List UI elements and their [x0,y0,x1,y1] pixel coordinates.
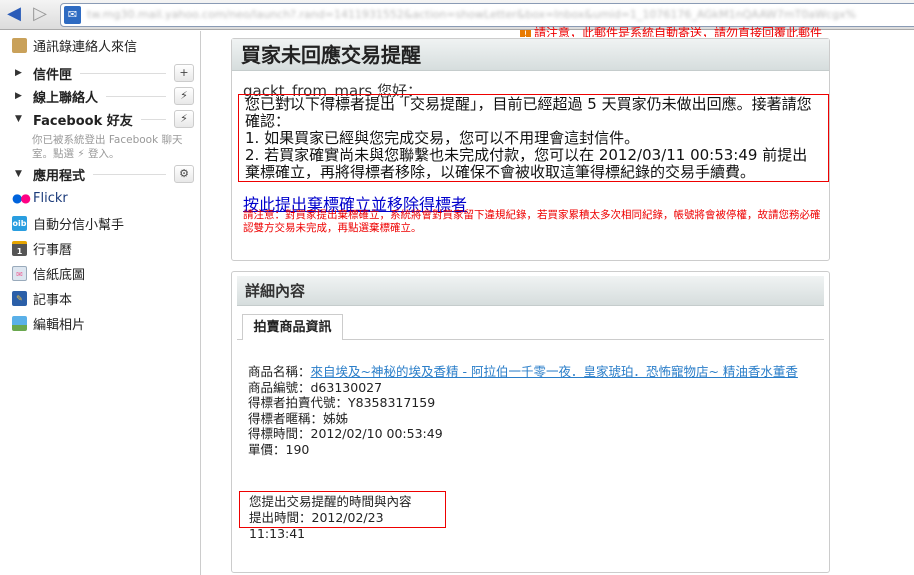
item-details: 商品名稱：來自埃及~神秘的埃及香精 - 阿拉伯一千零一夜．皇家琥珀．恐怖寵物店~… [248,364,818,457]
reminder-title: 您提出交易提醒的時間與內容 [249,494,412,509]
sidebar-item-notepad[interactable]: ✎ 記事本 [12,287,72,309]
sidebar-item-label: 編輯相片 [33,317,86,333]
section-label: 線上聯絡人 [33,90,99,106]
url-text: tw.mg30.mail.yahoo.com/neo/launch?.rand=… [87,8,856,21]
section-apps[interactable]: ▼ 應用程式 ⚙ [0,163,200,185]
expand-triangle-icon: ▶ [15,68,22,78]
flickr-icon: ●● [12,190,31,205]
section-label: 應用程式 [33,168,86,184]
revoke-warning: 請注意：對買家提出棄標確立，系統將會對買家留下違規紀錄，若買家累積太多次相同紀錄… [243,209,821,234]
sidebar-item-photo-editor[interactable]: 編輯相片 [12,312,85,334]
forward-arrow-icon[interactable]: ▷ [30,5,50,23]
section-label: 信件匣 [33,67,73,83]
facebook-connect-button[interactable]: ⚡ [174,110,194,128]
details-title: 詳細內容 [237,276,824,306]
winner-nickname: 得標者暱稱：姊姊 [248,410,349,426]
sidebar-item-label: 信紙底圖 [33,267,86,283]
collapse-triangle-icon: ▼ [15,114,22,124]
facebook-note: 你已被系統登出 Facebook 聊天室。點選 ⚡ 登入。 [32,134,183,160]
page-title: 買家未回應交易提醒 [232,39,829,71]
contacts-icon [12,37,27,53]
win-time: 得標時間：2012/02/10 00:53:49 [248,426,443,441]
sidebar-item-calendar[interactable]: 1 行事曆 [12,237,72,259]
item-name-link[interactable]: 來自埃及~神秘的埃及香精 - 阿拉伯一千零一夜．皇家琥珀．恐怖寵物店~ 精油香水… [311,364,798,379]
sidebar-item-contacts-mail[interactable]: 通訊錄連絡人來信 [12,34,137,56]
sidebar-item-flickr[interactable]: ●● Flickr [12,187,68,209]
sidebar-item-label: 行事曆 [33,242,73,258]
sidebar-item-label: 自動分信小幫手 [33,217,125,233]
sidebar: 通訊錄連絡人來信 ▶ 信件匣 + ▶ 線上聯絡人 ⚡ ▼ Facebook 好友… [0,31,201,575]
sidebar-item-label: 記事本 [33,292,73,308]
photo-icon [12,315,27,331]
back-arrow-icon[interactable]: ◀ [4,5,24,23]
notepad-icon: ✎ [12,290,27,306]
section-facebook-friends[interactable]: ▼ Facebook 好友 ⚡ [0,108,200,130]
section-label: Facebook 好友 [33,113,133,129]
sidebar-item-label: Flickr [33,190,68,206]
item-name-label: 商品名稱： [248,364,311,379]
unit-price: 單價：190 [248,441,310,457]
item-id: 商品編號：d63130027 [248,379,383,395]
details-panel: 詳細內容 拍賣商品資訊 商品名稱：來自埃及~神秘的埃及香精 - 阿拉伯一千零一夜… [231,271,830,573]
collapse-triangle-icon: ▼ [15,169,22,179]
calendar-icon: 1 [12,240,27,256]
connect-button[interactable]: ⚡ [174,87,194,105]
reminder-info-box: 您提出交易提醒的時間與內容 提出時間：2012/02/23 11:13:41 [239,491,446,541]
tab-item-info[interactable]: 拍賣商品資訊 [242,314,343,340]
reminder-panel: 買家未回應交易提醒 gackt_from_mars 您好： 您已對以下得標者提出… [231,38,830,261]
winner-id: 得標者拍賣代號：Y8358317159 [248,395,436,410]
stationery-icon: ✉ [12,265,27,281]
sidebar-item-mail-sorter[interactable]: oib 自動分信小幫手 [12,212,124,234]
message-line: 2. 若買家確實尚未與您聯繫也未完成付款，您可以在 2012/03/11 00:… [245,146,808,181]
apps-settings-button[interactable]: ⚙ [174,165,194,183]
sidebar-item-stationery[interactable]: ✉ 信紙底圖 [12,262,85,284]
message-line: 1. 如果買家已經與您完成交易，您可以不用理會這封信件。 [245,129,640,147]
section-folders[interactable]: ▶ 信件匣 + [0,62,200,84]
reminder-time: 提出時間：2012/02/23 11:13:41 [249,510,384,541]
oib-icon: oib [12,215,27,231]
warning-icon: ! [520,30,531,37]
sidebar-item-label: 通訊錄連絡人來信 [33,39,138,55]
message-box: 您已對以下得標者提出「交易提醒」，目前已經超過 5 天買家仍未做出回應。接著請您… [238,94,829,182]
system-notice: ! 請注意，此郵件是系統自動寄送，請勿直接回覆此郵件 [520,24,822,37]
section-online-contacts[interactable]: ▶ 線上聯絡人 ⚡ [0,85,200,107]
expand-triangle-icon: ▶ [15,91,22,101]
message-line: 您已對以下得標者提出「交易提醒」，目前已經超過 5 天買家仍未做出回應。接著請您… [245,95,812,130]
add-folder-button[interactable]: + [174,64,194,82]
mail-favicon-icon: ✉ [64,6,81,24]
